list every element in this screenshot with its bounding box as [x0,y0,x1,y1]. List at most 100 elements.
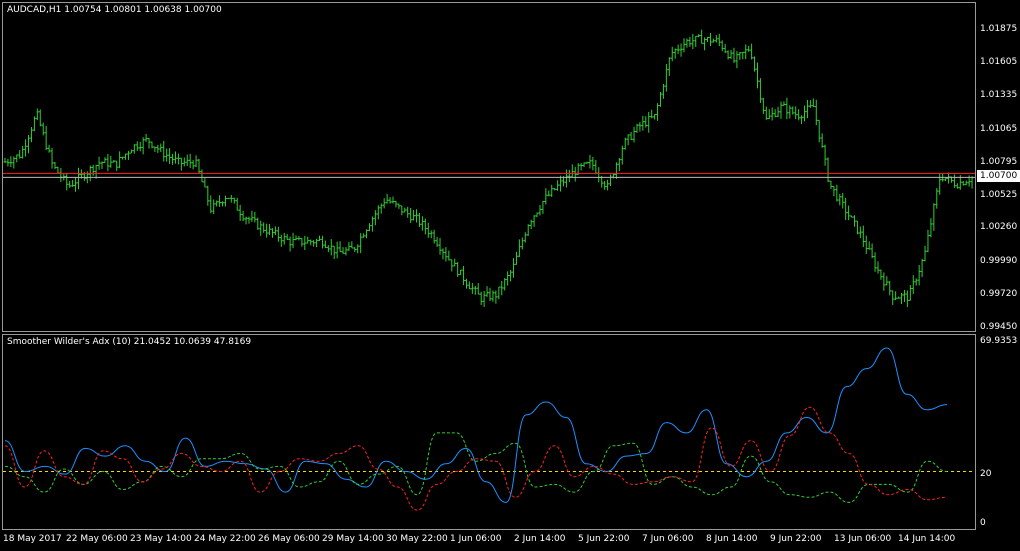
price-bar [68,181,72,188]
minus-di-line [4,406,948,511]
price-bar [626,134,630,146]
price-bar [394,200,398,208]
price-bar [235,197,239,211]
price-bar [273,226,277,236]
price-bar [970,176,974,189]
price-bar [335,241,339,259]
price-bar [955,183,959,189]
price-bar [729,49,733,59]
time-axis-label: 18 May 2017 [3,534,62,544]
price-bar [794,106,798,120]
price-bar [559,175,563,192]
price-bar [209,195,213,214]
price-bar [176,153,180,165]
price-bar [891,290,895,306]
price-bar [100,161,104,169]
price-bar [320,235,324,249]
price-bar [753,56,757,72]
current-price-tag: 1.00700 [977,170,1020,182]
price-bar [758,78,762,103]
price-bar [265,223,269,238]
price-bar [97,156,101,170]
price-bar [191,160,195,170]
price-bar [347,242,351,251]
time-axis-label: 22 May 06:00 [66,534,128,544]
price-bar [564,169,568,188]
price-bar [673,48,677,59]
price-bar [126,150,130,160]
price-axis-label: 1.01335 [980,90,1018,101]
price-bar [291,232,295,249]
price-bar [526,224,530,236]
price-bar [400,205,404,216]
price-bar [911,275,915,295]
price-bar [171,153,175,165]
price-bar [852,215,856,227]
price-bar [467,281,471,290]
price-bar [676,44,680,54]
price-bar [9,156,13,168]
price-bar [118,151,122,169]
price-bar [32,116,36,132]
price-bar [485,286,489,297]
price-bar [350,241,354,249]
price-bar [409,207,413,223]
price-bar [297,235,301,241]
price-bar [700,29,704,44]
price-bar [714,35,718,43]
price-bar [550,184,554,197]
price-bar [244,216,248,225]
price-bar [194,155,198,168]
price-bar [353,247,357,252]
price-bar [450,259,454,272]
price-bar [376,205,380,220]
indicator-panel[interactable]: Smoother Wilder's Adx (10) 21.0452 10.06… [2,334,976,530]
price-bar [306,236,310,244]
price-bar [670,46,674,62]
price-bar [318,235,322,242]
price-bar [412,210,416,221]
price-bar [179,157,183,171]
price-bar [902,289,906,303]
price-bar [429,230,433,239]
price-bar [288,236,292,252]
time-axis-label: 5 Jun 22:00 [578,534,630,544]
price-bar [882,272,886,291]
price-bar [720,40,724,52]
price-bar [41,122,45,136]
time-axis-label: 9 Jun 22:00 [770,534,822,544]
price-bar [173,151,177,164]
price-bar [182,157,186,167]
price-bar [632,126,636,143]
time-axis-label: 23 May 14:00 [130,534,192,544]
price-bar [697,34,701,38]
price-bar [338,241,342,253]
price-bar [65,173,69,191]
price-bar [18,150,22,159]
price-bar [135,141,139,152]
price-bar [420,216,424,231]
price-bar [459,269,463,276]
price-bar [585,161,589,164]
price-bar [473,285,477,295]
price-bar [864,235,868,254]
price-bar [168,148,172,164]
price-bar [479,291,483,306]
price-bar [667,57,671,76]
price-axis-label: 0.99990 [980,255,1018,266]
price-bar [503,278,507,291]
price-bar [573,166,577,182]
price-bar [879,269,883,280]
price-bar [653,113,657,120]
price-bar [938,173,942,195]
price-bar [905,290,909,307]
price-bar [488,287,492,302]
price-bar [432,229,436,244]
price-bar [124,153,128,160]
price-chart-panel[interactable]: AUDCAD,H1 1.00754 1.00801 1.00638 1.0070… [2,2,976,332]
price-bar [726,50,730,60]
price-bar [6,158,10,167]
price-bar [711,38,715,43]
price-bar [635,123,639,133]
price-axis-label: 1.01605 [980,57,1018,68]
